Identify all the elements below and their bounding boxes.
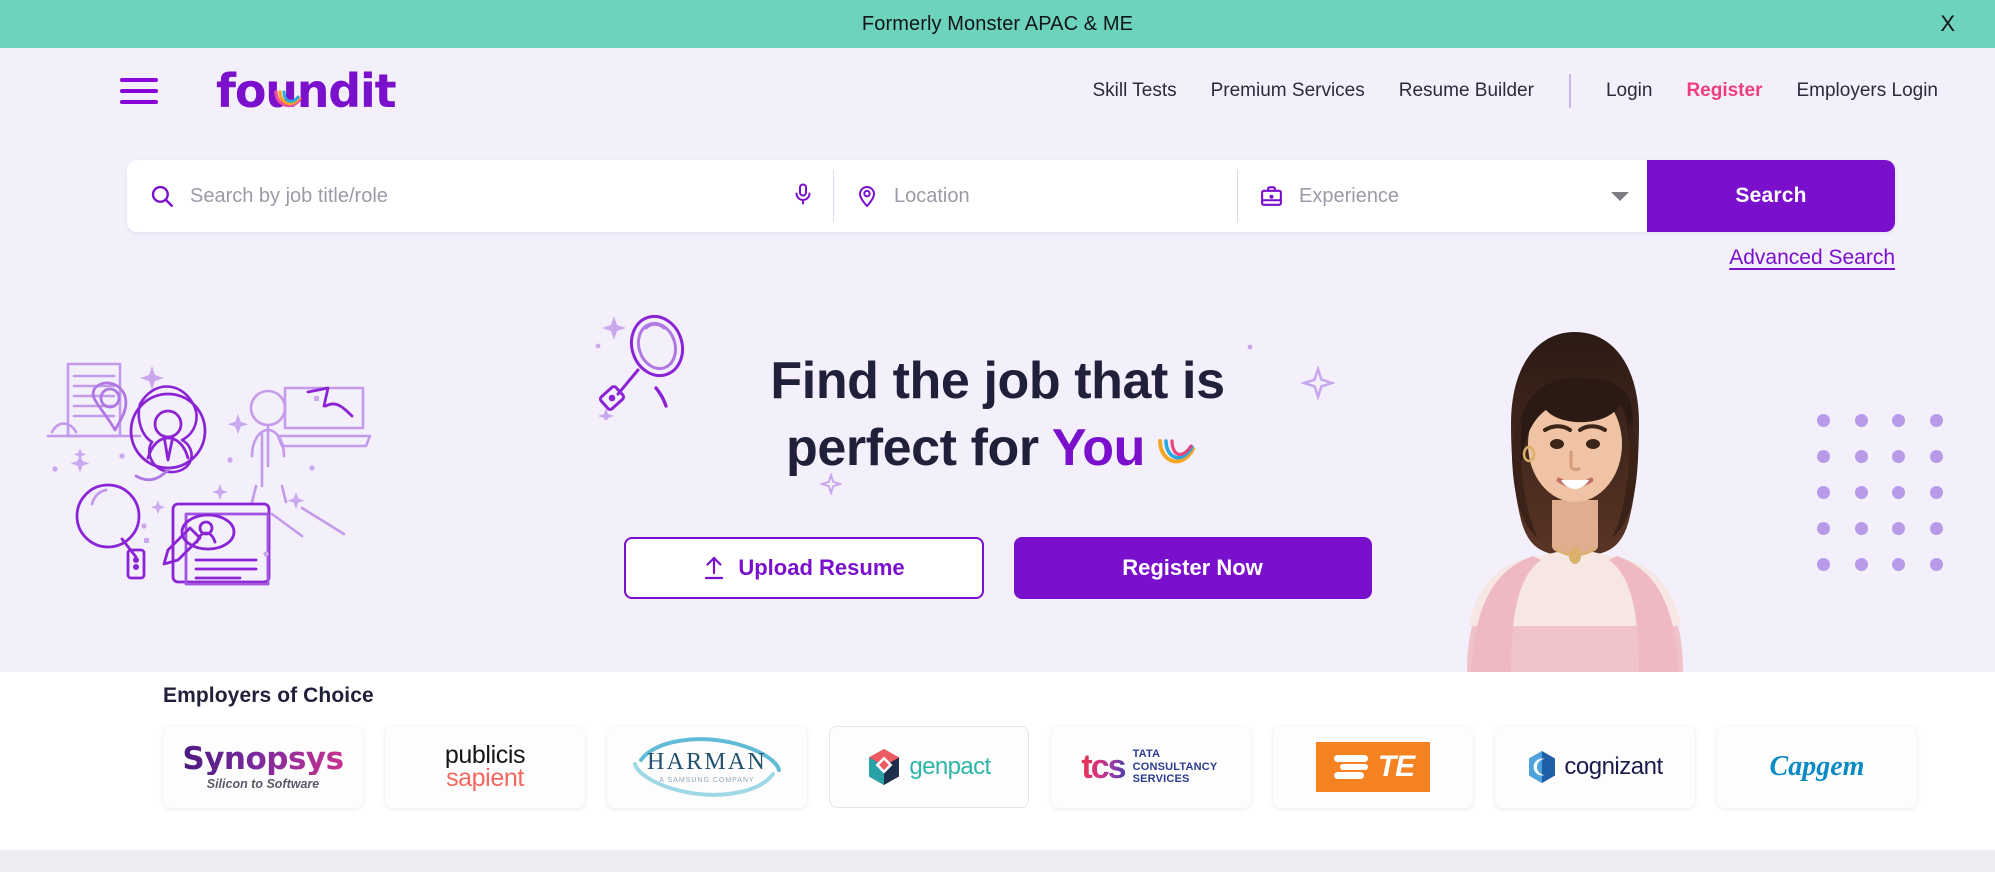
- nav-link-login[interactable]: Login: [1589, 80, 1670, 102]
- location-input[interactable]: [894, 184, 1219, 208]
- te-bars-icon: [1333, 755, 1368, 779]
- nav-link-resume-builder[interactable]: Resume Builder: [1382, 80, 1551, 102]
- nav-links-group: Skill Tests Premium Services Resume Buil…: [1075, 74, 1955, 108]
- foundit-logo[interactable]: foundit: [216, 68, 397, 114]
- register-now-label: Register Now: [1122, 555, 1263, 581]
- briefcase-icon: [1259, 184, 1284, 209]
- announcement-text: Formerly Monster APAC & ME: [861, 12, 1134, 35]
- rainbow-accent-icon: [1158, 438, 1196, 463]
- map-pin-icon: [855, 184, 879, 208]
- job-title-field: [127, 160, 833, 232]
- employer-logo-tcs[interactable]: tcs TATA CONSULTANCY SERVICES: [1051, 726, 1251, 808]
- search-input[interactable]: [190, 184, 783, 208]
- harman-wordmark: HARMAN: [647, 749, 767, 775]
- employer-logo-publicis-sapient[interactable]: publicis sapient: [385, 726, 585, 808]
- hero-section: foundit Skill Tests Premium Services Res…: [0, 48, 1995, 672]
- nav-link-register[interactable]: Register: [1669, 80, 1779, 102]
- hero-cta-row: Upload Resume Register Now: [0, 537, 1995, 600]
- advanced-search-link[interactable]: Advanced Search: [1729, 246, 1895, 269]
- headline-line-2-prefix: perfect for: [785, 418, 1052, 477]
- microphone-icon[interactable]: [791, 182, 815, 211]
- employer-logo-harman[interactable]: HARMAN A SAMSUNG COMPANY: [607, 726, 807, 808]
- page-bottom-bar: [0, 850, 1995, 872]
- upload-resume-button[interactable]: Upload Resume: [623, 537, 984, 600]
- advanced-search-wrap: Advanced Search: [0, 246, 1895, 270]
- employer-logo-genpact[interactable]: genpact: [829, 726, 1029, 808]
- nav-link-premium-services[interactable]: Premium Services: [1194, 80, 1382, 102]
- tcs-tagline: TATA CONSULTANCY SERVICES: [1132, 748, 1218, 786]
- tcs-wordmark: tcs: [1081, 747, 1126, 786]
- employers-logo-rail: Synopsys Silicon to Software publicis sa…: [0, 726, 1995, 808]
- headline-line-1: Find the job that is: [770, 352, 1225, 410]
- nav-link-skill-tests[interactable]: Skill Tests: [1075, 80, 1193, 102]
- job-search-bar: Search: [127, 160, 1895, 232]
- headline-highlight: You: [1051, 418, 1146, 477]
- harman-tagline: A SAMSUNG COMPANY: [659, 777, 755, 784]
- close-icon[interactable]: X: [1940, 13, 1955, 35]
- genpact-cube-icon: [869, 749, 900, 785]
- synopsys-tagline: Silicon to Software: [206, 776, 320, 791]
- te-label: TE: [1377, 750, 1415, 783]
- register-now-button[interactable]: Register Now: [1013, 537, 1372, 600]
- magnifier-icon: [596, 314, 685, 420]
- hero-headline: Find the job that is perfect for You: [596, 314, 1344, 496]
- dot-accent-icon: [1247, 344, 1252, 350]
- capgemini-wordmark: Capgem: [1769, 751, 1865, 782]
- cognizant-hex-icon: [1529, 751, 1556, 783]
- employer-logo-synopsys[interactable]: Synopsys Silicon to Software: [163, 726, 363, 808]
- location-field: [833, 160, 1237, 232]
- sparkle-icon: [1300, 366, 1335, 400]
- synopsys-wordmark: Synopsys: [182, 740, 344, 777]
- cognizant-wordmark: cognizant: [1564, 753, 1663, 780]
- rainbow-swoosh-icon: [274, 90, 302, 108]
- sapient-wordmark: sapient: [446, 764, 524, 792]
- announcement-bar: Formerly Monster APAC & ME X: [0, 0, 1995, 48]
- search-icon: [149, 183, 175, 209]
- search-button[interactable]: Search: [1647, 160, 1895, 232]
- employers-of-choice-section: Employers of Choice Synopsys Silicon to …: [0, 672, 1995, 872]
- chevron-down-icon[interactable]: [1611, 191, 1629, 201]
- employer-logo-te-connectivity[interactable]: TE: [1273, 726, 1473, 808]
- experience-input[interactable]: [1299, 184, 1611, 208]
- employer-logo-cognizant[interactable]: cognizant: [1495, 726, 1695, 808]
- upload-icon: [705, 556, 724, 580]
- nav-divider: [1568, 74, 1571, 108]
- experience-field: [1237, 160, 1647, 232]
- upload-resume-label: Upload Resume: [738, 555, 905, 581]
- employers-title: Employers of Choice: [163, 684, 374, 707]
- nav-link-employers-login[interactable]: Employers Login: [1779, 80, 1955, 102]
- sparkle-small-icon: [820, 473, 843, 496]
- main-navigation: foundit Skill Tests Premium Services Res…: [0, 48, 1995, 134]
- hamburger-menu-icon[interactable]: [120, 78, 158, 104]
- smiling-woman-photo: [1467, 332, 1683, 672]
- employer-logo-capgemini[interactable]: Capgem: [1717, 726, 1917, 808]
- genpact-wordmark: genpact: [909, 753, 991, 780]
- te-wordmark-block: TE: [1315, 742, 1431, 792]
